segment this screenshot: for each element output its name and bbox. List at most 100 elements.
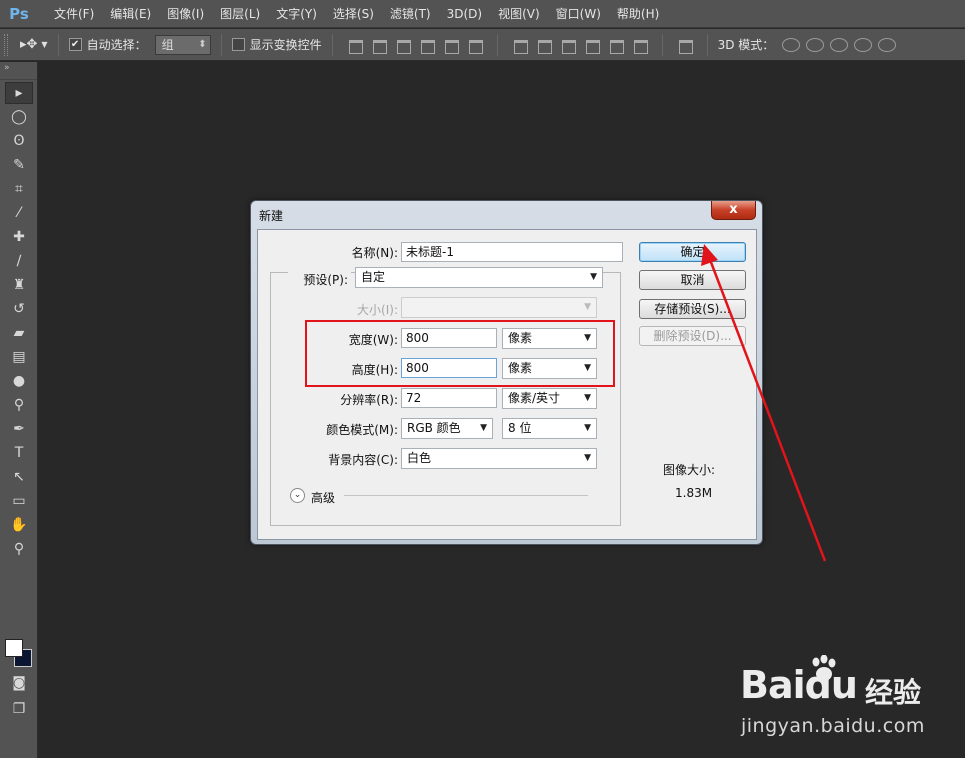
3d-slide-icon[interactable] [854, 37, 873, 52]
marquee-tool-icon[interactable]: ◯ [5, 106, 33, 128]
distribute-right-icon[interactable] [632, 38, 648, 54]
quick-select-tool-icon[interactable]: ✎ [5, 154, 33, 176]
show-transform-label: 显示变换控件 [249, 38, 322, 52]
distribute-hcenter-icon[interactable] [608, 38, 624, 54]
separator [57, 33, 59, 56]
chevron-down-icon: ▼ [584, 423, 591, 433]
separator [220, 33, 222, 56]
chevron-down-icon: ▼ [584, 302, 591, 312]
resolution-unit-dropdown[interactable]: 像素/英寸 ▼ [502, 388, 597, 409]
move-tool-icon[interactable]: ▸ [5, 82, 33, 104]
3d-rotate-icon[interactable] [782, 37, 801, 52]
separator [496, 33, 498, 56]
lasso-tool-icon[interactable]: ʘ [5, 130, 33, 152]
menu-layer[interactable]: 图层(L) [212, 0, 268, 28]
blur-tool-icon[interactable]: ● [5, 370, 33, 392]
menu-view[interactable]: 视图(V) [490, 0, 548, 28]
highlight-box [305, 320, 615, 387]
auto-select-checkbox[interactable]: ✔ [68, 38, 82, 51]
separator [331, 33, 333, 56]
advanced-expand-icon[interactable]: ⌄ [290, 488, 305, 503]
show-transform-checkbox[interactable] [231, 38, 245, 51]
healing-brush-tool-icon[interactable]: ✚ [5, 226, 33, 248]
ok-button[interactable]: 确定 [639, 242, 746, 262]
color-mode-value: RGB 颜色 [407, 421, 461, 435]
image-size-value: 1.83M [675, 486, 713, 500]
eraser-tool-icon[interactable]: ▰ [5, 322, 33, 344]
distribute-vcenter-icon[interactable] [536, 38, 552, 54]
gradient-tool-icon[interactable]: ▤ [5, 346, 33, 368]
menu-3d[interactable]: 3D(D) [439, 0, 490, 28]
baidu-logo-start: Bai [740, 663, 806, 707]
clone-stamp-tool-icon[interactable]: ♜ [5, 274, 33, 296]
menu-filter[interactable]: 滤镜(T) [382, 0, 439, 28]
align-left-icon[interactable] [419, 38, 435, 54]
options-grip[interactable] [4, 33, 8, 56]
crop-tool-icon[interactable]: ⌗ [5, 178, 33, 200]
size-dropdown: ▼ [401, 297, 597, 318]
foreground-color-swatch[interactable] [5, 639, 23, 657]
menu-help[interactable]: 帮助(H) [609, 0, 667, 28]
auto-align-icon[interactable] [677, 38, 693, 54]
distribute-left-icon[interactable] [584, 38, 600, 54]
auto-select-label: 自动选择： [86, 38, 147, 52]
tools-panel-header[interactable]: » [0, 62, 37, 80]
resolution-label: 分辨率(R): [340, 393, 398, 407]
history-brush-tool-icon[interactable]: ↺ [5, 298, 33, 320]
background-dropdown[interactable]: 白色 ▼ [401, 448, 597, 469]
preset-value: 自定 [361, 270, 386, 284]
baidu-jingyan-watermark: Baidu 经验 jingyan.baidu.com [735, 655, 960, 750]
color-mode-label: 颜色模式(M): [326, 423, 398, 437]
background-label: 背景内容(C): [328, 453, 398, 467]
distribute-bottom-icon[interactable] [560, 38, 576, 54]
advanced-divider [344, 495, 588, 496]
save-preset-button[interactable]: 存储预设(S)... [639, 299, 746, 319]
align-hcenter-icon[interactable] [443, 38, 459, 54]
align-top-icon[interactable] [347, 38, 363, 54]
name-label: 名称(N): [351, 246, 398, 260]
hand-tool-icon[interactable]: ✋ [5, 514, 33, 536]
resolution-input[interactable]: 72 [401, 388, 497, 408]
menu-image[interactable]: 图像(I) [159, 0, 212, 28]
preset-dropdown[interactable]: 自定 ▼ [355, 267, 603, 288]
name-input[interactable]: 未标题-1 [401, 242, 623, 262]
advanced-label[interactable]: 高级 [311, 489, 335, 506]
menu-edit[interactable]: 编辑(E) [102, 0, 159, 28]
menu-select[interactable]: 选择(S) [325, 0, 382, 28]
menu-file[interactable]: 文件(F) [46, 0, 102, 28]
align-vcenter-icon[interactable] [371, 38, 387, 54]
menu-bar: Ps 文件(F) 编辑(E) 图像(I) 图层(L) 文字(Y) 选择(S) 滤… [0, 0, 965, 28]
close-button[interactable]: x [711, 201, 756, 220]
tool-preset-picker[interactable]: ▸✥ ▼ [20, 37, 48, 52]
menu-window[interactable]: 窗口(W) [548, 0, 609, 28]
menu-type[interactable]: 文字(Y) [268, 0, 325, 28]
align-bottom-icon[interactable] [395, 38, 411, 54]
chevron-down-icon: ▼ [584, 453, 591, 463]
zoom-tool-icon[interactable]: ⚲ [5, 538, 33, 560]
baidu-logo-end: du [804, 663, 858, 707]
path-select-tool-icon[interactable]: ↖ [5, 466, 33, 488]
brush-tool-icon[interactable]: ∕ [5, 250, 33, 272]
3d-pan-icon[interactable] [830, 37, 849, 52]
dodge-tool-icon[interactable]: ⚲ [5, 394, 33, 416]
bit-depth-dropdown[interactable]: 8 位 ▼ [502, 418, 597, 439]
cancel-button[interactable]: 取消 [639, 270, 746, 290]
chevron-down-icon: ▼ [584, 393, 591, 403]
baidu-logo-text: Baidu [740, 663, 858, 707]
shape-tool-icon[interactable]: ▭ [5, 490, 33, 512]
color-mode-dropdown[interactable]: RGB 颜色 ▼ [401, 418, 493, 439]
eyedropper-tool-icon[interactable]: ⁄ [5, 202, 33, 224]
align-right-icon[interactable] [467, 38, 483, 54]
type-tool-icon[interactable]: T [5, 442, 33, 464]
3d-mode-label: 3D 模式： [717, 38, 775, 52]
quick-mask-icon[interactable]: ◙ [5, 672, 33, 694]
pen-tool-icon[interactable]: ✒ [5, 418, 33, 440]
options-bar: ▸✥ ▼ ✔ 自动选择： 组 显示变换控件 3D 模式： [0, 29, 965, 61]
chevron-down-icon: ▼ [480, 423, 487, 433]
resolution-unit-value: 像素/英寸 [508, 391, 561, 405]
auto-select-dropdown[interactable]: 组 [154, 34, 211, 55]
3d-scale-icon[interactable] [878, 37, 897, 52]
screen-mode-icon[interactable]: ❐ [5, 698, 33, 720]
3d-roll-icon[interactable] [806, 37, 825, 52]
distribute-top-icon[interactable] [512, 38, 528, 54]
